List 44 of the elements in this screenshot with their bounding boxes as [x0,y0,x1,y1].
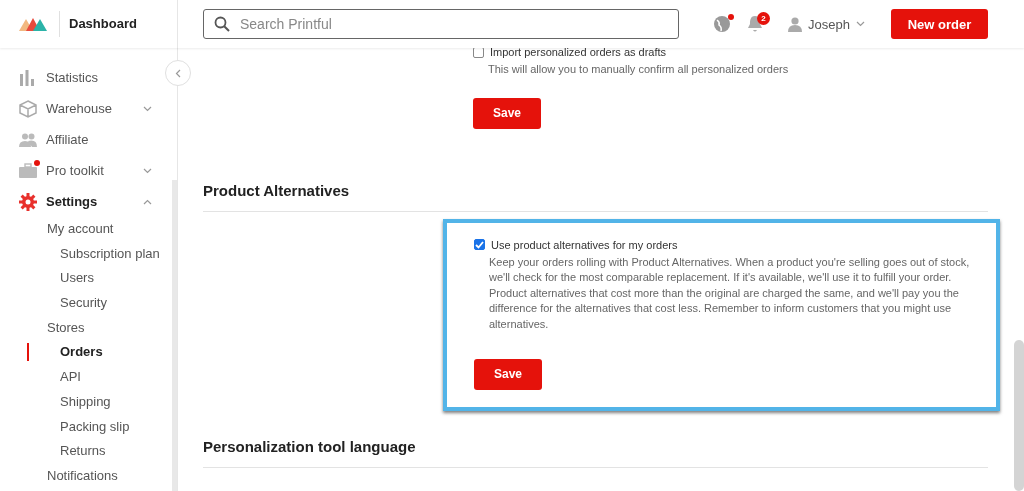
new-order-button[interactable]: New order [891,9,988,39]
save-button[interactable]: Save [474,358,542,390]
sidebar-subitem[interactable]: Shipping [0,389,170,415]
option-description: This will allow you to manually confirm all personalized orders [488,62,790,77]
sidebar-subitem[interactable]: Notifications [0,463,170,489]
user-menu[interactable]: Joseph [788,16,865,32]
sidebar-subitem[interactable]: Security [0,291,170,316]
checkbox[interactable] [473,48,484,58]
globe-icon[interactable] [713,15,732,33]
section-heading: Product Alternatives [203,180,351,199]
sidebar-subitem[interactable]: Users [0,266,170,292]
sidebar-subitem[interactable]: API [0,365,170,390]
sidebar-item[interactable]: Statistics [0,62,158,93]
section-heading: Personalization tool language [203,436,417,455]
chevron-left-icon [175,68,181,78]
option-label: Use product alternatives for my orders [491,238,678,251]
search-icon [214,16,230,32]
search-field[interactable]: Search Printful [203,9,679,39]
notification-count: 2 [757,11,771,25]
sidebar-subitem[interactable]: My account [0,217,170,242]
sidebar-item[interactable]: Pro toolkit [0,155,158,186]
sidebar-subitem[interactable]: Stores [0,315,170,341]
gear-icon [19,192,37,211]
checkbox[interactable] [474,239,485,251]
save-button[interactable]: Save [473,97,541,129]
option-label: Import personalized orders as drafts [490,48,667,58]
sidebar-item[interactable]: Affiliate [0,124,158,155]
option-description: Keep your orders rolling with Product Alternatives. When a product you're selling goes out of stock, we'll check for the most comparable replacement. If it's available, we'll use it to fulfill your order. Product alternatives that cost more than the original are charged the same, and we'll pay you the difference for the alternatives that cost less. Remember to inform customers that you might use alternatives. [489,254,971,332]
logo-icon[interactable] [19,17,49,31]
page-title: Dashboard [59,11,137,37]
scrollbar[interactable] [172,180,177,491]
toolbox-icon [19,162,37,179]
user-icon [788,16,803,32]
sidebar-subitem[interactable]: Subscription plan [0,241,170,267]
people-icon [19,132,37,147]
bar-chart-icon [19,69,35,86]
box-icon [19,99,37,118]
sidebar-subitem[interactable]: Packing slip [0,414,170,440]
sidebar-subitem[interactable]: Orders [0,340,170,366]
sidebar-item[interactable]: Warehouse [0,93,158,124]
sidebar-item[interactable]: Settings [0,186,158,217]
sidebar-subitem[interactable]: Returns [0,439,170,464]
chevron-down-icon [856,21,865,27]
scrollbar[interactable] [1014,340,1024,491]
